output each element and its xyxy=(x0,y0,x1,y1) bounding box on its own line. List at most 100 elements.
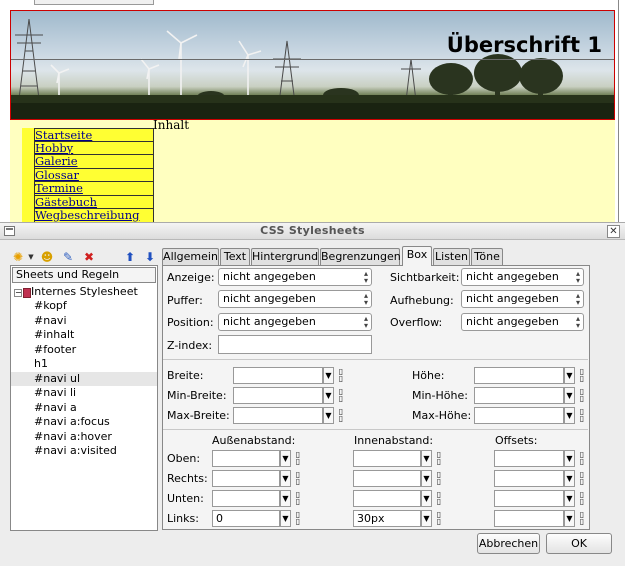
unit-stepper-icon[interactable]: ▯ ▯ xyxy=(435,451,443,467)
move-up-icon[interactable]: ⬆ xyxy=(122,249,138,265)
offset-left-input[interactable] xyxy=(494,510,564,527)
close-icon[interactable]: ✕ xyxy=(607,225,620,238)
tree-item[interactable]: #footer xyxy=(11,343,157,358)
open-icon[interactable]: ☻ xyxy=(39,249,55,265)
chevron-down-icon[interactable]: ▼ xyxy=(323,367,334,384)
nav-link-termine[interactable]: Termine xyxy=(34,182,154,196)
nav-link-galerie[interactable]: Galerie xyxy=(34,155,154,169)
nav-link-startseite[interactable]: Startseite xyxy=(34,128,154,142)
unit-stepper-icon[interactable]: ▯ ▯ xyxy=(578,388,586,404)
chevron-down-icon[interactable]: ▼ xyxy=(280,510,291,527)
sheets-rules-tree[interactable]: Sheets und Regeln − Internes Stylesheet … xyxy=(10,265,158,531)
delete-icon[interactable]: ✖ xyxy=(81,249,97,265)
chevron-down-icon[interactable]: ▼ xyxy=(280,450,291,467)
chevron-down-icon[interactable]: ▼ xyxy=(564,450,575,467)
unit-stepper-icon[interactable]: ▯ ▯ xyxy=(294,451,302,467)
nav-link-gaestebuch[interactable]: Gästebuch xyxy=(34,195,154,209)
chevron-down-icon[interactable]: ▼ xyxy=(421,490,432,507)
offset-top-input[interactable] xyxy=(494,450,564,467)
unit-stepper-icon[interactable]: ▯ ▯ xyxy=(337,388,345,404)
unit-stepper-icon[interactable]: ▯ ▯ xyxy=(337,368,345,384)
margin-top-input[interactable] xyxy=(212,450,280,467)
tab-text[interactable]: Text xyxy=(220,248,250,265)
offset-bottom-input[interactable] xyxy=(494,490,564,507)
chevron-down-icon[interactable]: ▼ xyxy=(564,407,575,424)
tree-root-internal-stylesheet[interactable]: Internes Stylesheet xyxy=(31,285,138,298)
unit-stepper-icon[interactable]: ▯ ▯ xyxy=(578,451,586,467)
aufhebung-select[interactable]: nicht angegeben ▴ ▾ xyxy=(461,290,584,308)
margin-right-input[interactable] xyxy=(212,470,280,487)
new-style-icon[interactable]: ✺ xyxy=(10,249,26,265)
padding-bottom-input[interactable] xyxy=(353,490,421,507)
tree-item[interactable]: #navi li xyxy=(11,386,157,401)
unit-stepper-icon[interactable]: ▯ ▯ xyxy=(435,471,443,487)
chevron-down-icon[interactable]: ▼ xyxy=(421,450,432,467)
dialog-titlebar[interactable]: CSS Stylesheets ✕ xyxy=(0,223,625,240)
tree-item[interactable]: #inhalt xyxy=(11,328,157,343)
chevron-down-icon[interactable]: ▼ xyxy=(421,470,432,487)
unit-stepper-icon[interactable]: ▯ ▯ xyxy=(578,471,586,487)
chevron-down-icon[interactable]: ▼ xyxy=(421,510,432,527)
padding-right-input[interactable] xyxy=(353,470,421,487)
unit-stepper-icon[interactable]: ▯ ▯ xyxy=(578,491,586,507)
dropdown-arrow-icon[interactable]: ▼ xyxy=(27,249,35,265)
padding-left-input[interactable]: 30px xyxy=(353,510,421,527)
tree-item[interactable]: #navi a:focus xyxy=(11,415,157,430)
max-hoehe-input[interactable] xyxy=(474,407,564,424)
tab-hintergrund[interactable]: Hintergrund xyxy=(251,248,319,265)
collapse-icon[interactable]: − xyxy=(14,289,22,297)
chevron-down-icon[interactable]: ▼ xyxy=(280,490,291,507)
tab-begrenzungen[interactable]: Begrenzungen xyxy=(320,248,401,265)
tab-toene[interactable]: Töne xyxy=(471,248,503,265)
chevron-down-icon[interactable]: ▼ xyxy=(564,470,575,487)
unit-stepper-icon[interactable]: ▯ ▯ xyxy=(435,491,443,507)
tree-item[interactable]: #navi a:hover xyxy=(11,430,157,445)
unit-stepper-icon[interactable]: ▯ ▯ xyxy=(578,408,586,424)
chevron-down-icon[interactable]: ▼ xyxy=(564,367,575,384)
hoehe-input[interactable] xyxy=(474,367,564,384)
unit-stepper-icon[interactable]: ▯ ▯ xyxy=(578,511,586,527)
chevron-down-icon[interactable]: ▼ xyxy=(323,407,334,424)
zindex-input[interactable] xyxy=(218,335,372,354)
cancel-button[interactable]: Abbrechen xyxy=(477,533,540,554)
chevron-down-icon[interactable]: ▼ xyxy=(323,387,334,404)
tab-listen[interactable]: Listen xyxy=(433,248,470,265)
min-breite-input[interactable] xyxy=(233,387,323,404)
nav-link-glossar[interactable]: Glossar xyxy=(34,168,154,182)
sichtbarkeit-select[interactable]: nicht angegeben ▴ ▾ xyxy=(461,268,584,286)
unit-stepper-icon[interactable]: ▯ ▯ xyxy=(435,511,443,527)
unit-stepper-icon[interactable]: ▯ ▯ xyxy=(294,471,302,487)
tree-item[interactable]: #kopf xyxy=(11,299,157,314)
nav-link-hobby[interactable]: Hobby xyxy=(34,141,154,155)
breite-input[interactable] xyxy=(233,367,323,384)
padding-top-input[interactable] xyxy=(353,450,421,467)
tree-item-selected[interactable]: #navi ul xyxy=(11,371,157,386)
chevron-down-icon[interactable]: ▼ xyxy=(564,510,575,527)
unit-stepper-icon[interactable]: ▯ ▯ xyxy=(294,491,302,507)
margin-bottom-input[interactable] xyxy=(212,490,280,507)
offset-right-input[interactable] xyxy=(494,470,564,487)
tree-item[interactable]: #navi xyxy=(11,314,157,329)
max-breite-input[interactable] xyxy=(233,407,323,424)
min-hoehe-input[interactable] xyxy=(474,387,564,404)
tab-box[interactable]: Box xyxy=(402,246,432,266)
puffer-select[interactable]: nicht angegeben ▴ ▾ xyxy=(218,290,372,308)
ok-button[interactable]: OK xyxy=(546,533,612,554)
anzeige-select[interactable]: nicht angegeben ▴ ▾ xyxy=(218,268,372,286)
unit-stepper-icon[interactable]: ▯ ▯ xyxy=(578,368,586,384)
unit-stepper-icon[interactable]: ▯ ▯ xyxy=(337,408,345,424)
tree-item[interactable]: #navi a xyxy=(11,401,157,416)
nav-link-wegbeschreibung[interactable]: Wegbeschreibung xyxy=(34,209,154,223)
position-select[interactable]: nicht angegeben ▴ ▾ xyxy=(218,313,372,331)
unit-stepper-icon[interactable]: ▯ ▯ xyxy=(294,511,302,527)
margin-left-input[interactable]: 0 xyxy=(212,510,280,527)
chevron-down-icon[interactable]: ▼ xyxy=(280,470,291,487)
chevron-down-icon[interactable]: ▼ xyxy=(564,387,575,404)
move-down-icon[interactable]: ⬇ xyxy=(142,249,158,265)
edit-icon[interactable]: ✎ xyxy=(60,249,76,265)
tree-item[interactable]: #navi a:visited xyxy=(11,444,157,459)
tab-allgemein[interactable]: Allgemein xyxy=(162,248,219,265)
chevron-down-icon[interactable]: ▼ xyxy=(564,490,575,507)
overflow-select[interactable]: nicht angegeben ▴ ▾ xyxy=(461,313,584,331)
tree-item[interactable]: h1 xyxy=(11,357,157,372)
